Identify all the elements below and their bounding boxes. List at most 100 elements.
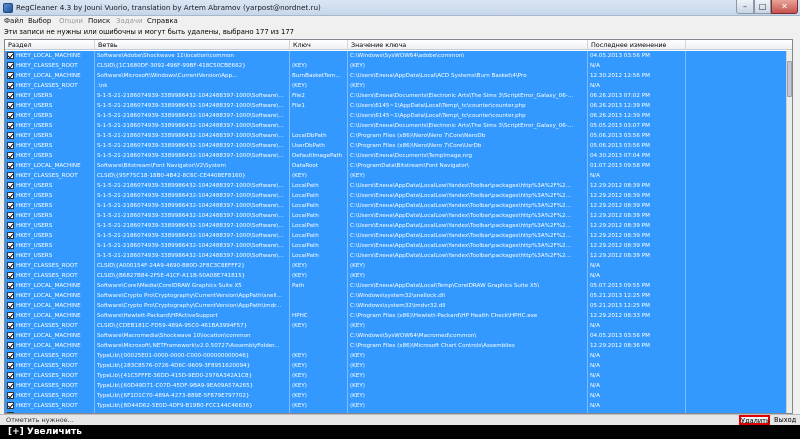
- row-checkbox[interactable]: [7, 362, 14, 369]
- table-row[interactable]: HKEY_USERS S-1-5-21-2186074939-3389986432…: [5, 151, 786, 161]
- row-checkbox[interactable]: [7, 52, 14, 59]
- row-checkbox[interactable]: [7, 172, 14, 179]
- row-checkbox[interactable]: [7, 392, 14, 399]
- cell-value: C:\ProgramData\Bitstream\Font Navigator\: [348, 161, 588, 171]
- row-checkbox[interactable]: [7, 152, 14, 159]
- row-checkbox[interactable]: [7, 132, 14, 139]
- cell-modified: N/A: [588, 171, 686, 181]
- table-row[interactable]: HKEY_CLASSES_ROOT TypeLib\{41C5FFFE-36DD-…: [5, 371, 786, 381]
- row-checkbox[interactable]: [7, 372, 14, 379]
- row-checkbox[interactable]: [7, 342, 14, 349]
- menu-search[interactable]: Поиск: [88, 17, 110, 25]
- row-checkbox[interactable]: [7, 252, 14, 259]
- row-checkbox[interactable]: [7, 92, 14, 99]
- table-row[interactable]: HKEY_LOCAL_MACHINE Software\Microsoft\.NE…: [5, 341, 786, 351]
- cell-key: (KEY): [290, 171, 348, 181]
- row-checkbox[interactable]: [7, 72, 14, 79]
- table-row[interactable]: HKEY_LOCAL_MACHINE Software\Adobe\Shockwa…: [5, 51, 786, 61]
- menu-select[interactable]: Выбор: [28, 17, 51, 25]
- row-checkbox[interactable]: [7, 272, 14, 279]
- row-checkbox[interactable]: [7, 262, 14, 269]
- table-row[interactable]: HKEY_CLASSES_ROOT TypeLib\{00025E01-0000-…: [5, 351, 786, 361]
- table-row[interactable]: HKEY_CLASSES_ROOT TypeLib\{8D44D62-5E0D-4…: [5, 401, 786, 411]
- cell-section: HKEY_USERS: [5, 221, 95, 231]
- row-checkbox[interactable]: [7, 82, 14, 89]
- title-bar[interactable]: RegCleaner 4.3 by Jouni Vuorio, translat…: [0, 0, 800, 16]
- table-row[interactable]: HKEY_LOCAL_MACHINE Software\Microsoft\Win…: [5, 71, 786, 81]
- close-button[interactable]: ✕: [771, 0, 798, 14]
- row-checkbox[interactable]: [7, 202, 14, 209]
- table-row[interactable]: HKEY_USERS S-1-5-21-2186074939-3389986432…: [5, 111, 786, 121]
- column-header-section[interactable]: Раздел: [5, 40, 95, 50]
- maximize-button[interactable]: □: [754, 0, 771, 14]
- table-row[interactable]: HKEY_LOCAL_MACHINE Software\Hewlett-Packa…: [5, 311, 786, 321]
- table-row[interactable]: HKEY_CLASSES_ROOT CLSID\{95F75C18-18B0-4B…: [5, 171, 786, 181]
- delete-button[interactable]: Удалить: [739, 415, 770, 425]
- row-checkbox[interactable]: [7, 162, 14, 169]
- table-row[interactable]: HKEY_USERS S-1-5-21-2186074939-3389986432…: [5, 101, 786, 111]
- table-row[interactable]: HKEY_USERS S-1-5-21-2186074939-3389986432…: [5, 201, 786, 211]
- row-checkbox[interactable]: [7, 332, 14, 339]
- table-row[interactable]: HKEY_USERS S-1-5-21-2186074939-3389986432…: [5, 141, 786, 151]
- cell-section: HKEY_CLASSES_ROOT: [5, 351, 95, 361]
- registry-entries-table[interactable]: Раздел Ветвь Ключ Значение ключа Последн…: [4, 39, 793, 414]
- table-row[interactable]: HKEY_LOCAL_MACHINE Software\Bitstream\Fon…: [5, 161, 786, 171]
- table-row[interactable]: HKEY_USERS S-1-5-21-2186074939-3389986432…: [5, 121, 786, 131]
- row-checkbox[interactable]: [7, 112, 14, 119]
- vertical-scrollbar[interactable]: [786, 51, 792, 413]
- row-checkbox[interactable]: [7, 222, 14, 229]
- table-row[interactable]: HKEY_CLASSES_ROOT CLSID\{A000154F-24A9-46…: [5, 261, 786, 271]
- column-header-branch[interactable]: Ветвь: [95, 40, 290, 50]
- cell-section: HKEY_USERS: [5, 231, 95, 241]
- column-header-modified[interactable]: Последнее изменение: [588, 40, 686, 50]
- table-row[interactable]: HKEY_USERS S-1-5-21-2186074939-3389986432…: [5, 191, 786, 201]
- row-checkbox[interactable]: [7, 382, 14, 389]
- row-checkbox[interactable]: [7, 322, 14, 329]
- table-row[interactable]: HKEY_CLASSES_ROOT CLSID\{1C1680DF-3092-49…: [5, 61, 786, 71]
- table-row[interactable]: HKEY_USERS S-1-5-21-2186074939-3389986432…: [5, 181, 786, 191]
- column-header-key[interactable]: Ключ: [290, 40, 348, 50]
- cell-key: BurnBasketTem...: [290, 71, 348, 81]
- zoom-link[interactable]: [+] Увеличить: [8, 427, 82, 437]
- table-row[interactable]: HKEY_USERS S-1-5-21-2186074939-3389986432…: [5, 91, 786, 101]
- menu-file[interactable]: Файл: [4, 17, 23, 25]
- table-row[interactable]: HKEY_CLASSES_ROOT TypeLib\{283C8576-0726-…: [5, 361, 786, 371]
- table-row[interactable]: HKEY_LOCAL_MACHINE Software\Crypto Pro\Cr…: [5, 301, 786, 311]
- row-checkbox[interactable]: [7, 292, 14, 299]
- row-checkbox[interactable]: [7, 182, 14, 189]
- row-checkbox[interactable]: [7, 282, 14, 289]
- scrollbar-thumb[interactable]: [787, 61, 792, 97]
- row-checkbox[interactable]: [7, 122, 14, 129]
- table-row[interactable]: HKEY_USERS S-1-5-21-2186074939-3389986432…: [5, 231, 786, 241]
- column-header-value[interactable]: Значение ключа: [348, 40, 588, 50]
- table-row[interactable]: HKEY_CLASSES_ROOT CLSID\{CDEB181C-FD59-48…: [5, 321, 786, 331]
- row-checkbox[interactable]: [7, 232, 14, 239]
- row-checkbox[interactable]: [7, 62, 14, 69]
- table-row[interactable]: HKEY_LOCAL_MACHINE Software\Corel\Media\C…: [5, 281, 786, 291]
- table-row[interactable]: HKEY_USERS S-1-5-21-2186074939-3389986432…: [5, 211, 786, 221]
- row-checkbox[interactable]: [7, 312, 14, 319]
- row-checkbox[interactable]: [7, 402, 14, 409]
- table-row[interactable]: HKEY_LOCAL_MACHINE Software\Crypto Pro\Cr…: [5, 291, 786, 301]
- table-row[interactable]: HKEY_USERS S-1-5-21-2186074939-3389986432…: [5, 241, 786, 251]
- table-row[interactable]: HKEY_USERS S-1-5-21-2186074939-3389986432…: [5, 251, 786, 261]
- row-checkbox[interactable]: [7, 212, 14, 219]
- table-row[interactable]: HKEY_CLASSES_ROOT .\nk (KEY) (KEY) N/A: [5, 81, 786, 91]
- menu-help[interactable]: Справка: [147, 17, 178, 25]
- row-checkbox[interactable]: [7, 242, 14, 249]
- table-row[interactable]: HKEY_USERS S-1-5-21-2186074939-3389986432…: [5, 221, 786, 231]
- menu-tasks[interactable]: Задачи: [116, 17, 143, 25]
- table-row[interactable]: HKEY_CLASSES_ROOT CLSID\{B6827B84-2F5E-41…: [5, 271, 786, 281]
- exit-button[interactable]: Выход: [774, 416, 796, 424]
- row-checkbox[interactable]: [7, 142, 14, 149]
- table-row[interactable]: HKEY_LOCAL_MACHINE Software\Macromedia\Sh…: [5, 331, 786, 341]
- row-checkbox[interactable]: [7, 302, 14, 309]
- row-checkbox[interactable]: [7, 102, 14, 109]
- menu-options[interactable]: Опции: [59, 17, 83, 25]
- table-row[interactable]: HKEY_CLASSES_ROOT TypeLib\{6F1D1C70-489A-…: [5, 391, 786, 401]
- table-row[interactable]: HKEY_USERS S-1-5-21-2186074939-3389986432…: [5, 131, 786, 141]
- table-row[interactable]: HKEY_CLASSES_ROOT TypeLib\{60D49D71-C07D-…: [5, 381, 786, 391]
- row-checkbox[interactable]: [7, 352, 14, 359]
- minimize-button[interactable]: –: [736, 0, 754, 14]
- row-checkbox[interactable]: [7, 192, 14, 199]
